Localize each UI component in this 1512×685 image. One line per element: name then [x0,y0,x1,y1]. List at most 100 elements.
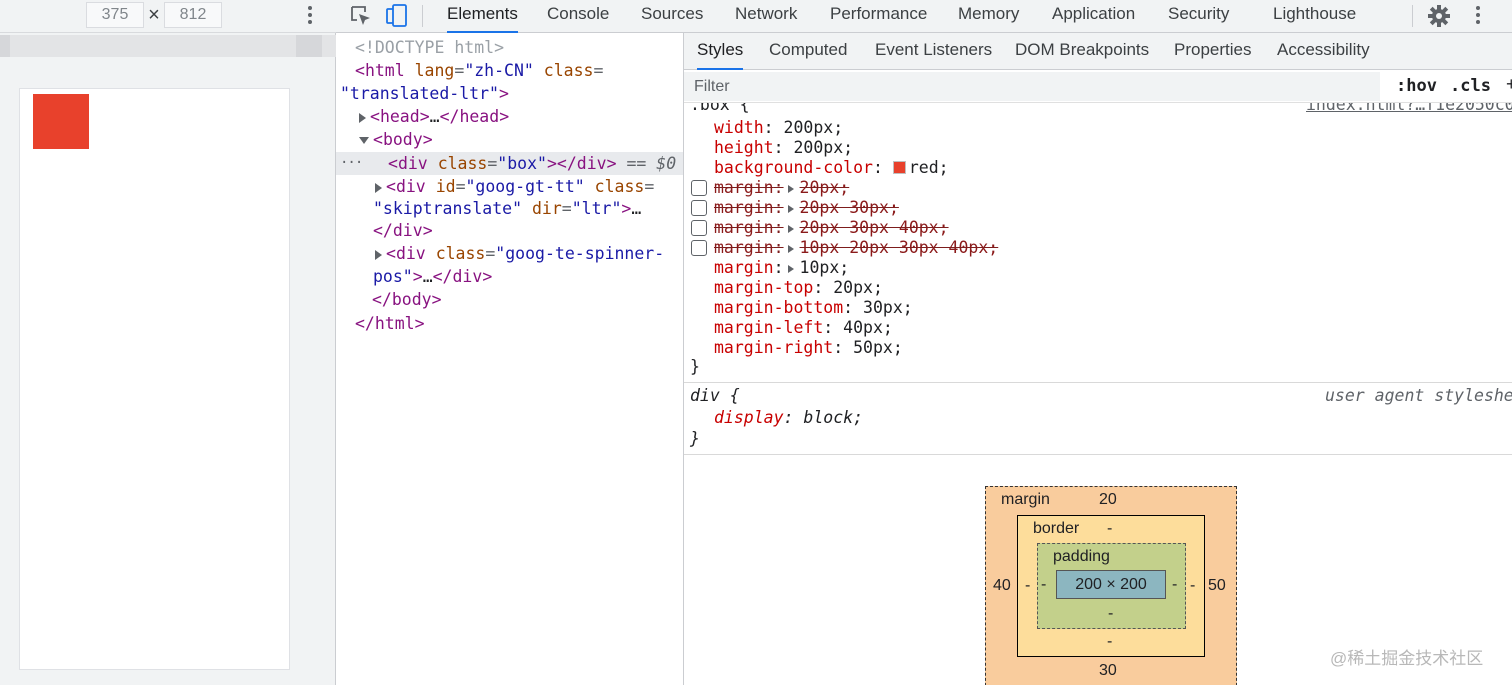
property-value[interactable]: 200px; [784,118,844,137]
dom-node-div-goog-gt-tt[interactable]: <div id="goog-gt-tt" class= [336,175,683,198]
style-property-overridden[interactable]: margin: 20px 30px; [684,198,1512,218]
device-width-input[interactable]: 375 [86,2,144,28]
tab-accessibility[interactable]: Accessibility [1277,33,1370,70]
style-property[interactable]: margin-bottom: 30px; [684,298,1512,318]
collapsed-ellipsis[interactable]: … [423,267,433,286]
property-name[interactable]: margin [714,178,774,197]
property-name[interactable]: margin [714,238,774,257]
expand-arrow-icon[interactable] [375,182,382,193]
box-model-border[interactable]: border - - - - padding - - - 200 × 200 [1017,515,1205,657]
expand-shorthand-icon[interactable] [787,264,794,273]
padding-right-value[interactable]: - [1172,576,1177,594]
styles-filter-input[interactable] [684,72,1380,101]
dom-node-div-goog-gt-tt-continued[interactable]: "skiptranslate" dir="ltr">… [336,197,683,220]
property-value[interactable]: 20px; [800,178,850,197]
dom-node-div-spinner-continued[interactable]: pos">…</div> [336,265,683,288]
tab-dom-breakpoints[interactable]: DOM Breakpoints [1015,33,1149,70]
property-value[interactable]: 20px; [833,278,883,297]
box-model-margin[interactable]: margin 20 40 50 30 border - - - - paddin… [985,486,1237,685]
devtools-more-options-icon[interactable] [1468,2,1488,28]
property-enable-checkbox[interactable] [691,200,707,216]
rendered-red-box[interactable] [33,94,89,149]
border-left-value[interactable]: - [1025,577,1030,595]
media-query-ruler[interactable] [0,35,336,57]
hover-state-toggle[interactable]: :hov [1396,76,1437,96]
tab-properties[interactable]: Properties [1174,33,1251,70]
tab-memory[interactable]: Memory [958,0,1019,33]
expand-shorthand-icon[interactable] [787,244,794,253]
property-name[interactable]: margin-left [684,318,823,337]
tab-performance[interactable]: Performance [830,0,927,33]
property-value[interactable]: 200px; [793,138,853,157]
property-name[interactable]: height [684,138,774,157]
style-property[interactable]: margin-top: 20px; [684,278,1512,298]
ruler-segment[interactable] [0,35,10,57]
expand-shorthand-icon[interactable] [787,204,794,213]
property-name[interactable]: margin [714,218,774,237]
rule-source-link[interactable]: index.html?…f1e2050c0 [1306,103,1512,115]
property-value[interactable]: 10px 20px 30px 40px; [800,238,999,257]
expand-arrow-icon[interactable] [375,249,382,260]
expand-arrow-icon[interactable] [359,112,366,123]
box-model-content[interactable]: 200 × 200 [1056,570,1166,599]
collapsed-ellipsis[interactable]: … [631,199,641,218]
device-more-options-icon[interactable] [300,2,320,28]
property-name[interactable]: margin-top [684,278,813,297]
style-property[interactable]: margin-left: 40px; [684,318,1512,338]
tab-sources[interactable]: Sources [641,0,703,33]
margin-left-value[interactable]: 40 [993,577,1011,595]
tab-event-listeners[interactable]: Event Listeners [875,33,992,70]
dom-node-html[interactable]: <html lang="zh-CN" class= [336,59,683,82]
collapsed-ellipsis[interactable]: … [430,107,440,126]
border-top-value[interactable]: - [1107,520,1112,538]
class-toggle[interactable]: .cls [1450,76,1491,96]
property-enable-checkbox[interactable] [691,240,707,256]
style-property-overridden[interactable]: margin: 10px 20px 30px 40px; [684,238,1512,258]
property-value[interactable]: 50px; [853,338,903,357]
property-name[interactable]: width [684,118,764,137]
tab-elements[interactable]: Elements [447,0,518,33]
property-name[interactable]: margin-right [684,338,833,357]
box-model-padding[interactable]: padding - - - 200 × 200 [1037,543,1186,629]
dom-node-html-continued[interactable]: "translated-ltr"> [336,82,683,105]
margin-right-value[interactable]: 50 [1208,577,1226,595]
new-style-rule-button[interactable]: + [1506,74,1512,95]
property-name[interactable]: margin [714,198,774,217]
collapse-arrow-icon[interactable] [359,137,369,144]
style-property[interactable]: margin-right: 50px; [684,338,1512,358]
style-property[interactable]: background-color: red; [684,158,1512,178]
border-right-value[interactable]: - [1190,577,1195,595]
inspect-element-icon[interactable] [348,3,374,29]
style-property[interactable]: margin: 10px; [684,258,1512,278]
node-actions-icon[interactable]: ··· [340,152,363,175]
dom-node-div-box-selected[interactable]: ··· <div class="box"></div> == $0 [336,152,683,175]
property-enable-checkbox[interactable] [691,180,707,196]
tab-console[interactable]: Console [547,0,609,33]
property-enable-checkbox[interactable] [691,220,707,236]
style-property-overridden[interactable]: margin: 20px 30px 40px; [684,218,1512,238]
rule-selector[interactable]: .box { [684,103,750,114]
style-property-overridden[interactable]: margin: 20px; [684,178,1512,198]
dom-node-html-close[interactable]: </html> [336,312,683,335]
tab-computed[interactable]: Computed [769,33,847,70]
property-value[interactable]: 20px 30px 40px; [800,218,949,237]
ruler-segment[interactable] [296,35,322,57]
property-value[interactable]: 10px; [800,258,850,277]
tab-network[interactable]: Network [735,0,797,33]
border-bottom-value[interactable]: - [1107,633,1112,651]
margin-top-value[interactable]: 20 [1099,491,1117,509]
margin-bottom-value[interactable]: 30 [1099,662,1117,680]
property-name[interactable]: margin-bottom [684,298,843,317]
property-value[interactable]: red; [909,158,949,177]
device-toolbar-toggle-icon[interactable] [384,3,410,29]
tab-styles[interactable]: Styles [697,33,744,70]
property-name[interactable]: margin [684,258,774,277]
property-name[interactable]: background-color [684,158,873,177]
style-property[interactable]: width: 200px; [684,118,1512,138]
padding-left-value[interactable]: - [1041,576,1046,594]
dom-node-div-spinner[interactable]: <div class="goog-te-spinner- [336,242,683,265]
dom-node-body[interactable]: <body> [336,128,683,151]
property-value[interactable]: 30px; [863,298,913,317]
expand-shorthand-icon[interactable] [787,224,794,233]
dom-node-body-close[interactable]: </body> [336,288,683,311]
